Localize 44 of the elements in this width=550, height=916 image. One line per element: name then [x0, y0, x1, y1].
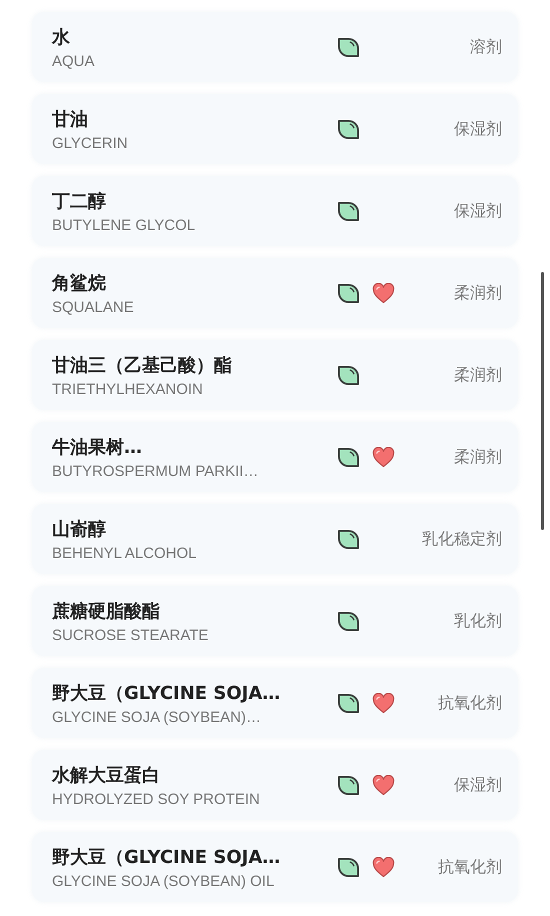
ingredient-name: 甘油 — [52, 108, 88, 130]
ingredient-name: 水解大豆蛋白 — [52, 764, 160, 786]
ingredient-name: 山嵛醇 — [52, 518, 106, 540]
ingredient-card[interactable]: 角鲨烷 SQUALANE 柔润剂 — [32, 258, 518, 328]
inci-name: TRIETHYLHEXANOIN — [52, 380, 203, 398]
ingredient-card[interactable]: 水解大豆蛋白 HYDROLYZED SOY PROTEIN 保湿剂 — [32, 750, 518, 820]
ingredient-name: 水 — [52, 26, 70, 48]
function-label: 保湿剂 — [454, 200, 502, 222]
ingredient-name: 角鲨烷 — [52, 272, 106, 294]
function-label: 抗氧化剂 — [438, 856, 502, 878]
inci-name: BEHENYL ALCOHOL — [52, 544, 196, 562]
inci-name: SQUALANE — [52, 298, 134, 316]
ingredient-card[interactable]: 牛油果树… BUTYROSPERMUM PARKII… 柔润剂 — [32, 422, 518, 492]
ingredient-name: 丁二醇 — [52, 190, 106, 212]
ingredient-name: 野大豆（GLYCINE SOJA… — [52, 682, 280, 704]
ingredient-card[interactable]: 山嵛醇 BEHENYL ALCOHOL 乳化稳定剂 — [32, 504, 518, 574]
function-label: 溶剂 — [470, 36, 502, 58]
function-label: 抗氧化剂 — [438, 692, 502, 714]
ingredient-name: 蔗糖硬脂酸酯 — [52, 600, 160, 622]
function-label: 保湿剂 — [454, 118, 502, 140]
function-label: 保湿剂 — [454, 774, 502, 796]
function-label: 乳化稳定剂 — [422, 528, 502, 550]
ingredient-card[interactable]: 甘油三（乙基己酸）酯 TRIETHYLHEXANOIN 柔润剂 — [32, 340, 518, 410]
function-label: 柔润剂 — [454, 364, 502, 386]
ingredient-name: 野大豆（GLYCINE SOJA… — [52, 846, 280, 868]
function-label: 柔润剂 — [454, 446, 502, 468]
ingredient-card[interactable]: 水 AQUA 溶剂 — [32, 12, 518, 82]
inci-name: GLYCERIN — [52, 134, 128, 152]
ingredient-card[interactable]: 甘油 GLYCERIN 保湿剂 — [32, 94, 518, 164]
inci-name: GLYCINE SOJA (SOYBEAN)… — [52, 708, 261, 726]
inci-name: GLYCINE SOJA (SOYBEAN) OIL — [52, 872, 274, 890]
inci-name: AQUA — [52, 52, 95, 70]
ingredient-name: 牛油果树… — [52, 436, 142, 458]
function-label: 柔润剂 — [454, 282, 502, 304]
ingredient-name: 甘油三（乙基己酸）酯 — [52, 354, 232, 376]
inci-name: BUTYLENE GLYCOL — [52, 216, 196, 234]
inci-name: SUCROSE STEARATE — [52, 626, 208, 644]
inci-name: HYDROLYZED SOY PROTEIN — [52, 790, 260, 808]
ingredient-card[interactable]: 蔗糖硬脂酸酯 SUCROSE STEARATE 乳化剂 — [32, 586, 518, 656]
ingredient-card[interactable]: 野大豆（GLYCINE SOJA… GLYCINE SOJA (SOYBEAN)… 抗氧化剂 — [32, 668, 518, 738]
inci-name: BUTYROSPERMUM PARKII… — [52, 462, 258, 480]
ingredient-card[interactable]: 野大豆（GLYCINE SOJA… GLYCINE SOJA (SOYBEAN) OIL 抗氧化剂 — [32, 832, 518, 902]
function-label: 乳化剂 — [454, 610, 502, 632]
ingredient-card[interactable]: 丁二醇 BUTYLENE GLYCOL 保湿剂 — [32, 176, 518, 246]
